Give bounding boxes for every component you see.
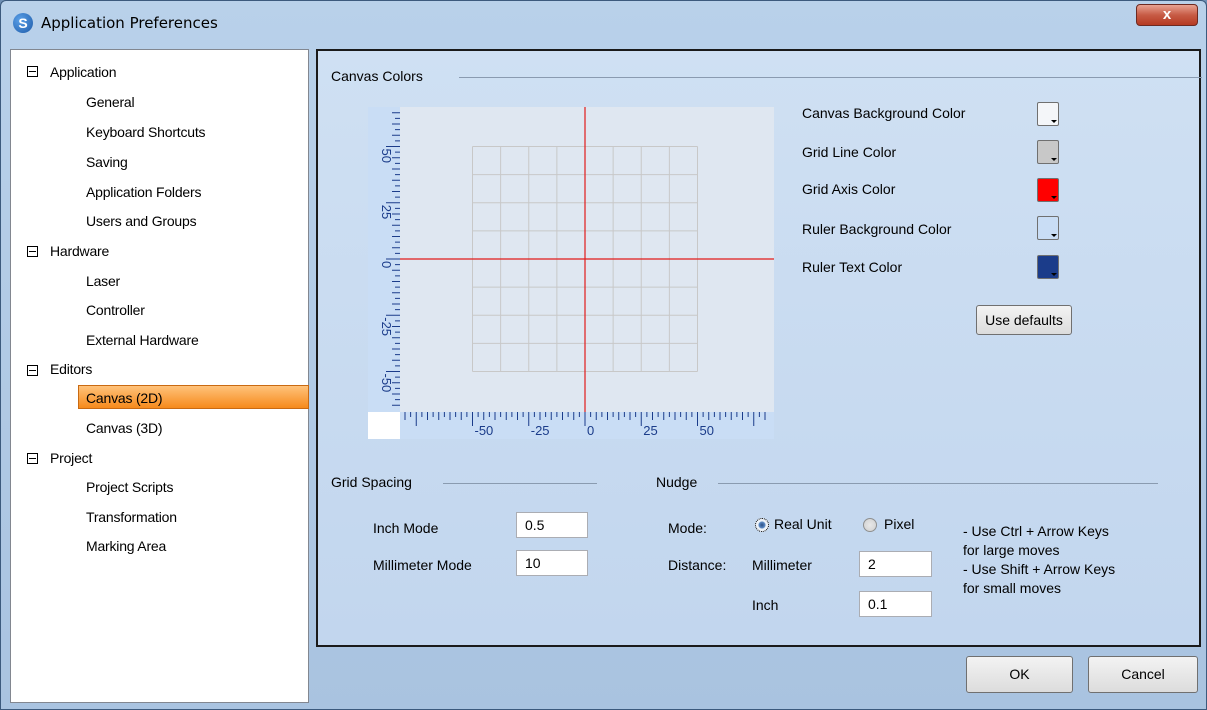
collapse-application-icon[interactable] [27,66,38,77]
ruler-background-color-label: Ruler Background Color [802,221,952,237]
millimeter-mode-input[interactable] [516,550,588,576]
x-ruler-label: 0 [587,423,594,438]
grid-spacing-header: Grid Spacing [331,474,412,490]
nudge-header: Nudge [656,474,698,490]
category-tree[interactable]: Application General Keyboard Shortcuts S… [10,49,309,703]
tree-item-transformation[interactable]: Transformation [86,505,177,529]
y-ruler-label: 0 [379,261,394,268]
tree-item-canvas-3d[interactable]: Canvas (3D) [86,416,163,440]
nudge-millimeter-input[interactable] [859,551,932,577]
canvas-preview-svg: -50 -25 0 25 50 50 25 0 -25 -50 [368,107,774,439]
inch-mode-input[interactable] [516,512,588,538]
collapse-project-icon[interactable] [27,453,38,464]
settings-panel: Canvas Colors -50 -25 0 25 50 50 25 0 -25 -50 Can… [316,49,1202,647]
canvas-colors-header: Canvas Colors [331,68,423,84]
nudge-hint-ctrl: - Use Ctrl + Arrow Keys [963,523,1109,539]
tree-item-application[interactable]: Application [50,60,116,84]
grid-line-color-label: Grid Line Color [802,144,897,160]
x-ruler-label: 25 [643,423,657,438]
window-title: Application Preferences [41,14,218,32]
pixel-radio[interactable] [863,518,877,532]
x-ruler-label: 50 [700,423,714,438]
canvas-preview: -50 -25 0 25 50 50 25 0 -25 -50 [368,107,774,439]
close-button[interactable]: x [1136,4,1198,26]
tree-item-project-scripts[interactable]: Project Scripts [86,475,173,499]
ruler-corner [368,412,400,439]
tree-item-general[interactable]: General [86,90,135,114]
collapse-hardware-icon[interactable] [27,246,38,257]
nudge-distance-label: Distance: [668,557,727,573]
nudge-mode-label: Mode: [668,520,707,536]
grid-axis-color-swatch[interactable] [1037,178,1059,202]
millimeter-mode-label: Millimeter Mode [373,557,472,573]
canvas-background-color-label: Canvas Background Color [802,105,966,121]
grid-spacing-divider [443,483,597,484]
cancel-button[interactable]: Cancel [1088,656,1198,693]
tree-item-marking-area[interactable]: Marking Area [86,534,166,558]
tree-item-external-hardware[interactable]: External Hardware [86,328,199,352]
y-ruler-label: 50 [379,149,394,163]
preferences-window: S Application Preferences x Application … [0,0,1207,710]
canvas-colors-divider [459,77,1202,78]
ruler-text-color-label: Ruler Text Color [802,259,903,275]
app-logo-icon: S [13,13,33,33]
y-ruler-label: -50 [379,374,394,393]
tree-item-hardware[interactable]: Hardware [50,239,109,263]
real-unit-label[interactable]: Real Unit [774,516,832,532]
nudge-inch-label: Inch [752,597,779,613]
tree-item-application-folders[interactable]: Application Folders [86,180,201,204]
ruler-text-color-swatch[interactable] [1037,255,1059,279]
tree-item-users-and-groups[interactable]: Users and Groups [86,209,197,233]
y-ruler-label: 25 [379,205,394,219]
y-ruler-label: -25 [379,317,394,336]
pixel-label[interactable]: Pixel [884,516,914,532]
grid-line-color-swatch[interactable] [1037,140,1059,164]
use-defaults-button[interactable]: Use defaults [976,305,1072,335]
inch-mode-label: Inch Mode [373,520,439,536]
tree-item-editors[interactable]: Editors [50,357,92,381]
tree-item-canvas-2d[interactable]: Canvas (2D) [78,385,309,409]
tree-item-saving[interactable]: Saving [86,150,128,174]
ruler-background-color-swatch[interactable] [1037,216,1059,240]
canvas-background-color-swatch[interactable] [1037,102,1059,126]
real-unit-radio[interactable] [755,518,769,532]
x-ruler-label: -25 [531,423,550,438]
x-ruler-label: -50 [475,423,494,438]
ok-button[interactable]: OK [966,656,1073,693]
nudge-inch-input[interactable] [859,591,932,617]
nudge-millimeter-label: Millimeter [752,557,812,573]
tree-item-keyboard-shortcuts[interactable]: Keyboard Shortcuts [86,120,206,144]
nudge-hint-shift: - Use Shift + Arrow Keys [963,561,1116,577]
collapse-editors-icon[interactable] [27,365,38,376]
tree-item-laser[interactable]: Laser [86,269,120,293]
title-bar[interactable]: S Application Preferences x [1,1,1206,43]
tree-item-controller[interactable]: Controller [86,298,145,322]
tree-item-project[interactable]: Project [50,446,92,470]
nudge-hint-small-moves: for small moves [963,580,1062,596]
grid-axis-color-label: Grid Axis Color [802,181,896,197]
nudge-divider [718,483,1158,484]
nudge-hint-large-moves: for large moves [963,542,1060,558]
